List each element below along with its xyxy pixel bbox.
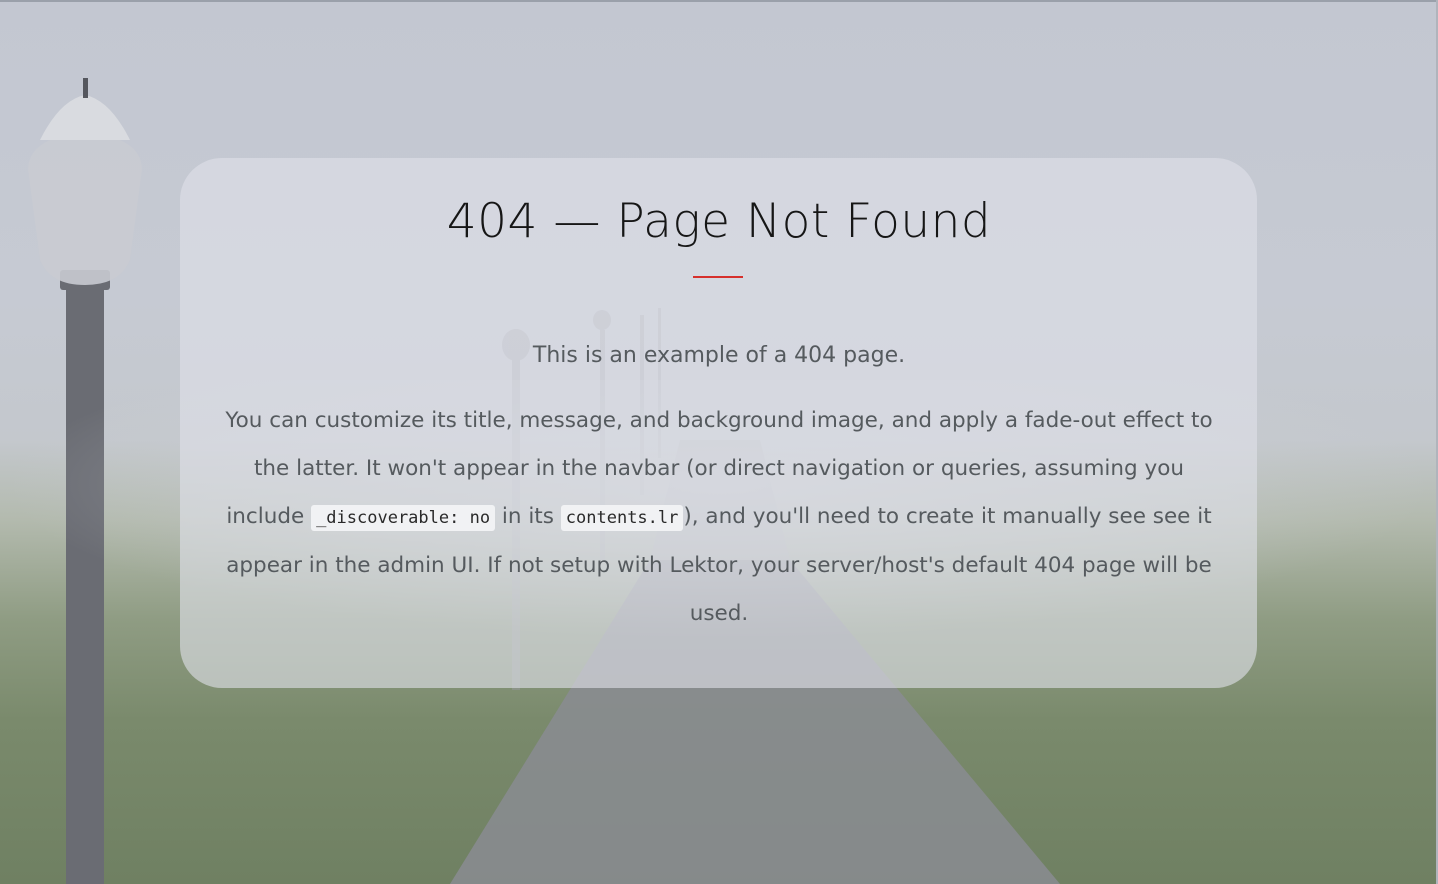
page-title: 404 — Page Not Found (446, 194, 992, 249)
top-border (0, 0, 1438, 2)
code-discoverable: _discoverable: no (311, 505, 496, 531)
body-text-part-2: in its (495, 504, 561, 529)
body-paragraph: You can customize its title, message, an… (225, 397, 1213, 638)
lead-paragraph: This is an example of a 404 page. (532, 343, 906, 368)
code-contents-lr: contents.lr (560, 505, 684, 531)
title-divider (693, 276, 743, 278)
